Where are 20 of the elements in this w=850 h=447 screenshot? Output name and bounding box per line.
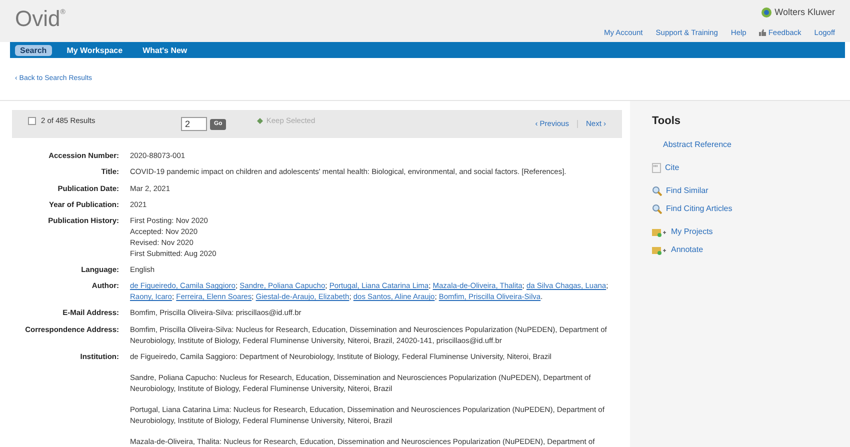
quote-icon [652, 162, 661, 172]
folder-plus-icon [652, 244, 667, 254]
magnifier-icon [652, 186, 662, 196]
page-number-field[interactable]: 2 [181, 117, 207, 131]
magnifier-icon [652, 204, 662, 214]
nav-tab[interactable]: What's New [138, 44, 192, 56]
publisher-logo: Wolters Kluwer [760, 6, 835, 20]
nav-tab[interactable]: Search [15, 44, 52, 56]
folder-plus-icon [652, 226, 667, 236]
thumb-icon [759, 28, 766, 36]
nav-tab[interactable]: My Workspace [62, 44, 128, 56]
keep-icon [256, 117, 264, 125]
tools-heading: Tools [652, 114, 682, 129]
tool-link[interactable]: My Projects [652, 226, 850, 238]
tool-link[interactable]: Find Similar [652, 184, 850, 196]
tool-link[interactable]: Find Citing Articles [652, 202, 850, 214]
select-checkbox[interactable] [28, 117, 36, 125]
tool-link[interactable]: Abstract Reference [652, 138, 850, 150]
tool-link[interactable]: Annotate [652, 244, 850, 256]
tool-link[interactable]: Cite [652, 162, 850, 174]
